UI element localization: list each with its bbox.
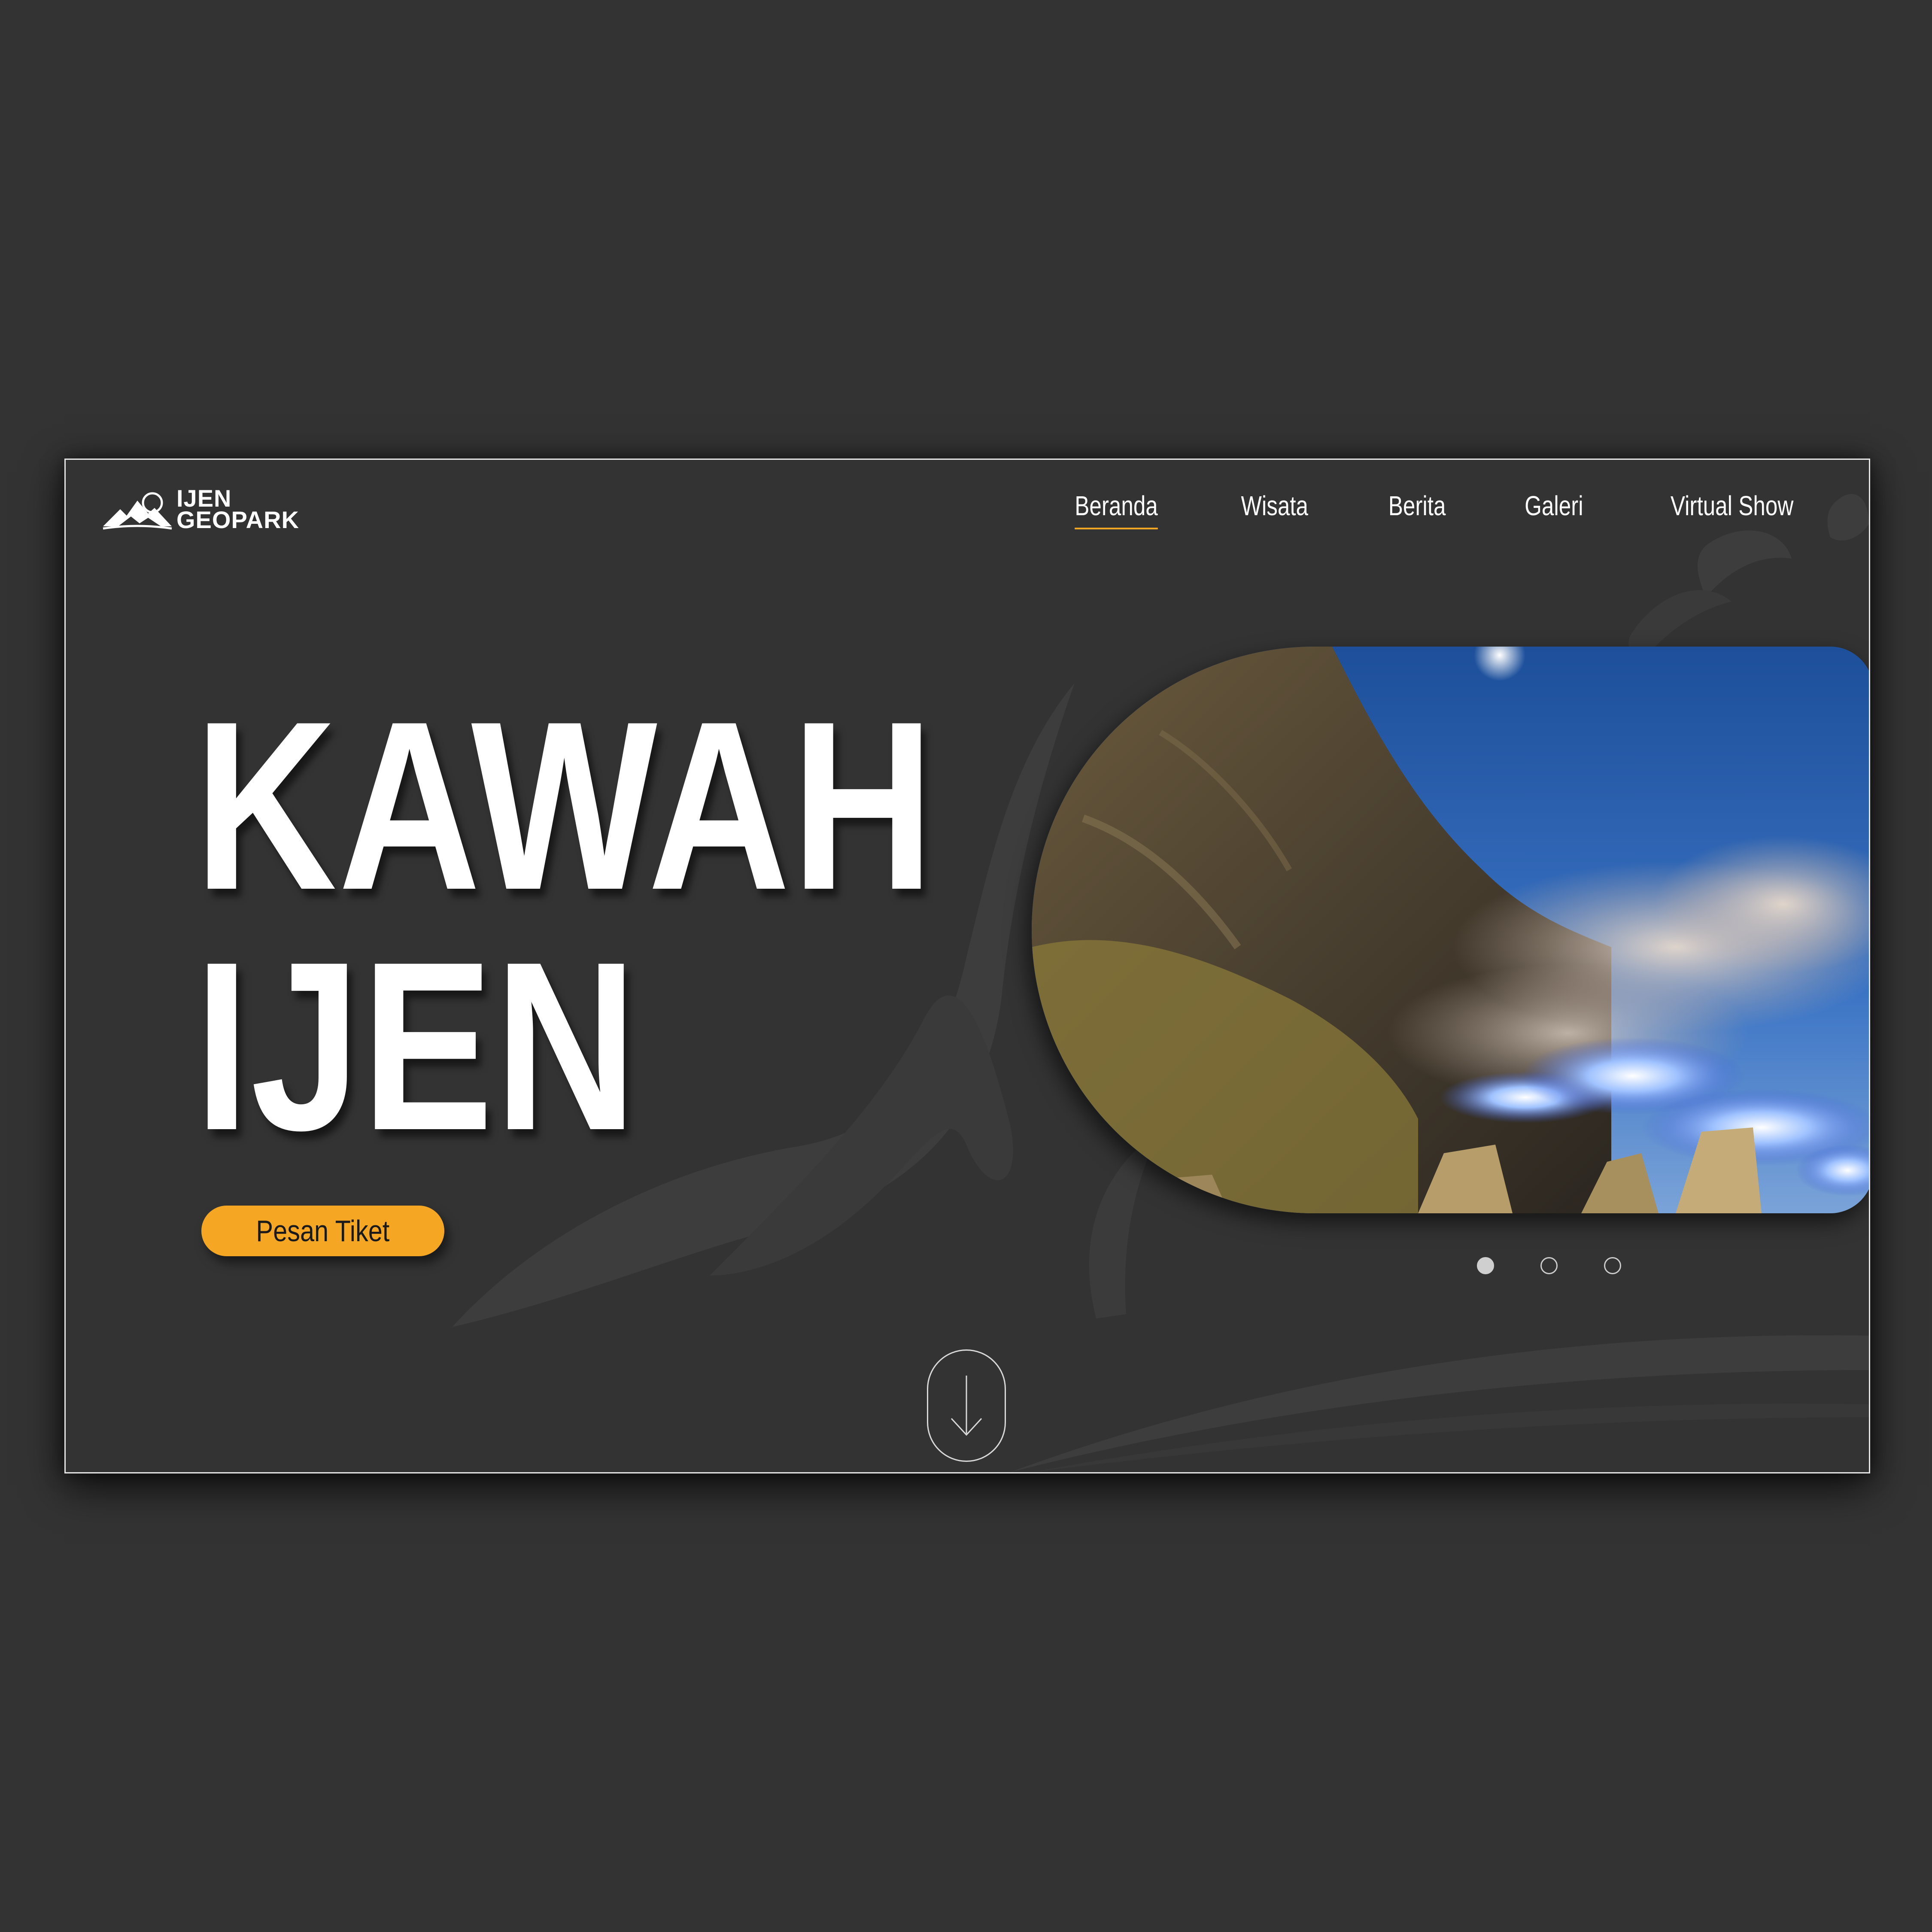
nav-item-galeri[interactable]: Galeri	[1525, 490, 1583, 529]
hero-slide-image	[1032, 647, 1869, 1213]
slider-pagination	[1477, 1257, 1621, 1274]
hero-title-line-2: IJEN	[194, 911, 638, 1180]
slider-dot-2[interactable]	[1540, 1257, 1558, 1274]
slider-dot-3[interactable]	[1604, 1257, 1621, 1274]
landing-page-frame: IJEN GEOPARK Beranda Wisata Berita Galer…	[64, 459, 1870, 1473]
buy-ticket-button[interactable]: Pesan Tiket	[201, 1206, 444, 1256]
slider-dot-1[interactable]	[1477, 1257, 1494, 1274]
hero-title: KAWAH IJEN	[194, 685, 936, 1166]
nav-item-berita[interactable]: Berita	[1388, 490, 1446, 529]
logo-wordmark: IJEN GEOPARK	[176, 486, 299, 533]
hero-title-line-1: KAWAH	[194, 671, 936, 940]
mountain-sun-icon	[103, 492, 172, 530]
nav-item-wisata[interactable]: Wisata	[1241, 490, 1308, 529]
site-logo[interactable]: IJEN GEOPARK	[101, 486, 299, 533]
nav-item-virtual-show[interactable]: Virtual Show	[1671, 490, 1794, 529]
buy-ticket-label: Pesan Tiket	[256, 1214, 390, 1248]
nav-item-beranda[interactable]: Beranda	[1075, 490, 1158, 529]
blue-fire-crater-photo	[1032, 647, 1869, 1213]
arrow-down-icon	[951, 1376, 982, 1436]
scroll-down-button[interactable]	[927, 1349, 1006, 1462]
main-nav: Beranda Wisata Berita Galeri Virtual Sho…	[1000, 490, 1809, 529]
logo-line-2: GEOPARK	[176, 506, 299, 533]
